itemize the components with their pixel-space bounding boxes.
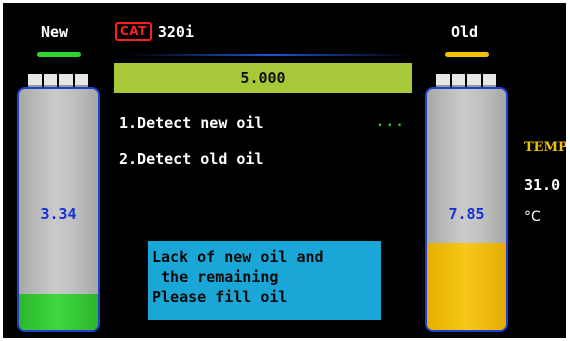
new-tank-cap-icon (28, 74, 88, 87)
device-screen: New CAT 320i Old 3.34 5.000 1.Detect new… (3, 3, 566, 338)
old-oil-header: Old (451, 23, 479, 41)
header-divider (127, 54, 413, 56)
temp-label: TEMP (524, 140, 566, 155)
new-oil-tank: 3.34 (17, 87, 100, 332)
warning-message-box: Lack of new oil and the remaining Please… (148, 241, 381, 320)
step-progress-dots: ... (376, 115, 406, 130)
message-line: Please fill oil (152, 288, 288, 306)
new-oil-indicator (37, 52, 81, 57)
new-oil-level-fill (19, 293, 98, 330)
cat-logo-icon: CAT (115, 22, 152, 41)
old-oil-tank: 7.85 (425, 87, 508, 332)
brand-header: CAT 320i (115, 22, 194, 41)
message-line: the remaining (152, 268, 279, 286)
model-label: 320i (157, 22, 194, 41)
new-oil-header: New (41, 23, 69, 41)
message-line: Lack of new oil and (152, 248, 324, 266)
old-oil-indicator (445, 52, 489, 57)
new-oil-value: 3.34 (40, 205, 77, 223)
old-tank-cap-icon (436, 74, 496, 87)
temp-value: 31.0 (524, 176, 561, 194)
step-detect-old-oil: 2.Detect old oil (119, 150, 264, 168)
old-oil-value: 7.85 (448, 205, 485, 223)
temp-unit: °C (524, 209, 541, 225)
progress-value-bar: 5.000 (114, 63, 412, 93)
old-oil-level-fill (427, 243, 506, 330)
step-detect-new-oil: 1.Detect new oil (119, 114, 264, 132)
